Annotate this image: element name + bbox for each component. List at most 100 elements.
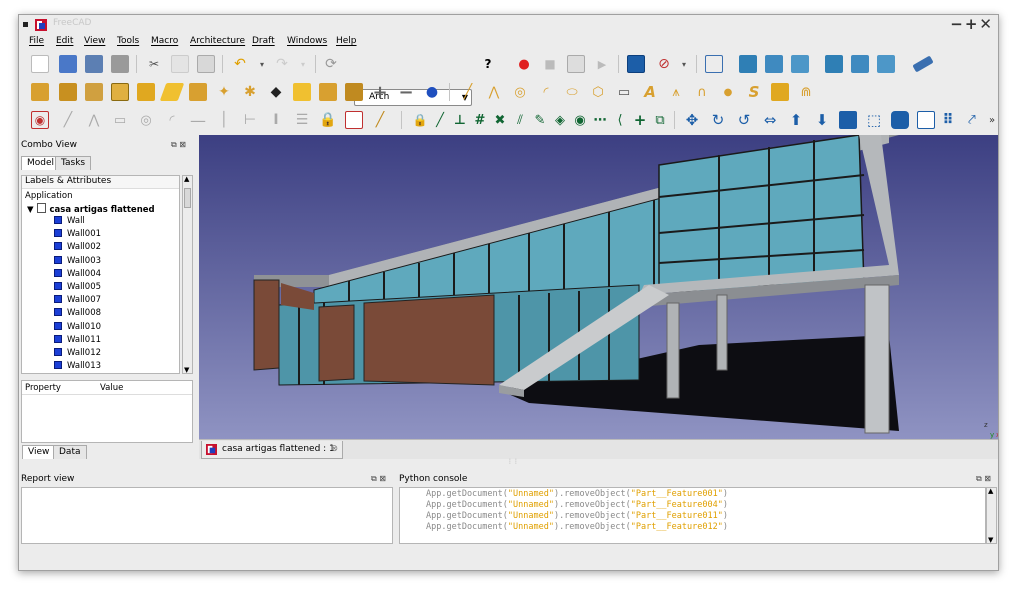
console-scrollbar[interactable]: ▲ ▼ <box>986 487 997 544</box>
arc-tool-icon[interactable]: ◜ <box>537 83 555 101</box>
move-icon[interactable]: ✥ <box>683 111 701 129</box>
menu-windows[interactable]: Windows <box>287 36 327 46</box>
shapestring-tool-icon[interactable]: S <box>745 83 763 101</box>
draft-line-icon[interactable]: ╱ <box>59 111 77 129</box>
text-tool-icon[interactable]: A <box>641 83 659 101</box>
tree-item-wall[interactable]: Wall013 <box>54 361 101 371</box>
menu-file[interactable]: File <box>29 36 44 46</box>
ellipse-tool-icon[interactable]: ⬭ <box>563 83 581 101</box>
open-icon[interactable] <box>59 55 77 73</box>
wall-tool-icon[interactable] <box>31 83 49 101</box>
trim-icon[interactable]: ⇔ <box>761 111 779 129</box>
save-icon[interactable] <box>85 55 103 73</box>
bottom-view-icon[interactable] <box>851 55 869 73</box>
new-document-icon[interactable] <box>31 55 49 73</box>
stop-macro-icon[interactable]: ■ <box>541 55 559 73</box>
upgrade-arrow-icon[interactable]: ⬆ <box>787 111 805 129</box>
draft-rectangle-icon[interactable]: ▭ <box>111 111 129 129</box>
offset-icon[interactable]: ↺ <box>735 111 753 129</box>
python-console-output[interactable]: App.getDocument("Unnamed").removeObject(… <box>399 487 986 544</box>
whats-this-icon[interactable]: ? <box>479 55 497 73</box>
close-tab-icon[interactable]: ⊗ <box>330 444 338 454</box>
tree-item-wall[interactable]: Wall007 <box>54 295 101 305</box>
site-tool-icon[interactable] <box>159 83 185 101</box>
shape2dview-icon[interactable] <box>917 111 935 129</box>
facebinder-tool-icon[interactable] <box>771 83 789 101</box>
snap-lock-icon[interactable]: 🔒 <box>411 111 429 129</box>
snap-angle-icon[interactable]: ◈ <box>551 111 569 129</box>
point-tool-icon[interactable]: ● <box>719 83 737 101</box>
frame-tool-icon[interactable] <box>345 83 363 101</box>
copy-icon[interactable] <box>171 55 189 73</box>
upgrade-icon[interactable]: ╱ <box>371 111 389 129</box>
snap-workingplane-icon[interactable]: ⧉ <box>651 111 669 129</box>
tab-view[interactable]: View <box>22 445 56 459</box>
snap-extension-icon[interactable]: ⋯ <box>591 111 609 129</box>
draft-wire-icon[interactable]: ⋀ <box>85 111 103 129</box>
record-macro-icon[interactable]: ● <box>515 55 533 73</box>
tree-item-wall[interactable]: Wall005 <box>54 282 101 292</box>
floor-tool-icon[interactable] <box>111 83 129 101</box>
menu-edit[interactable]: Edit <box>56 36 73 46</box>
structure-tool-icon[interactable] <box>59 83 77 101</box>
lock-icon[interactable]: 🔒 <box>319 111 337 129</box>
tree-item-wall[interactable]: Wall003 <box>54 255 101 266</box>
menu-macro[interactable]: Macro <box>151 36 178 46</box>
snap-midpoint-icon[interactable]: ✎ <box>531 111 549 129</box>
draft-dimension-icon[interactable]: ⊢ <box>241 111 259 129</box>
splitter-handle[interactable]: ⋮⋮ <box>507 458 519 465</box>
snap-perpendicular-icon[interactable]: ⊥ <box>451 111 469 129</box>
tree-item-wall[interactable]: Wall004 <box>54 268 101 279</box>
redo-dropdown-icon[interactable]: ▾ <box>294 55 312 73</box>
mesh-to-shape-icon[interactable]: ◉ <box>31 111 49 129</box>
draft-text-icon[interactable]: I <box>267 111 285 129</box>
line-tool-icon[interactable]: ╱ <box>459 83 477 101</box>
tree-root[interactable]: Application <box>25 191 73 201</box>
report-view-output[interactable] <box>21 487 393 544</box>
draft-circle-icon[interactable]: ◎ <box>137 111 155 129</box>
menu-tools[interactable]: Tools <box>117 36 139 46</box>
3d-viewport[interactable]: z y x <box>199 135 998 439</box>
snap-parallel-icon[interactable]: ⫽ <box>511 111 529 129</box>
survey-icon[interactable]: ● <box>423 83 441 101</box>
tab-tasks[interactable]: Tasks <box>55 156 92 170</box>
building-tool-icon[interactable] <box>137 83 155 101</box>
tree-item-wall[interactable]: Wall002 <box>54 242 101 252</box>
window-tool-icon[interactable] <box>189 83 207 101</box>
tree-scrollbar[interactable]: ▲ ▼ <box>182 175 193 374</box>
system-menu-icon[interactable] <box>23 22 28 27</box>
fit-all-icon[interactable] <box>627 55 645 73</box>
run-macro-icon[interactable]: ▶ <box>593 55 611 73</box>
polygon-tool-icon[interactable]: ⬡ <box>589 83 607 101</box>
tab-data[interactable]: Data <box>53 445 87 459</box>
rotate-icon[interactable]: ↻ <box>709 111 727 129</box>
left-view-icon[interactable] <box>877 55 895 73</box>
paste-icon[interactable] <box>197 55 215 73</box>
menu-view[interactable]: View <box>84 36 105 46</box>
menu-architecture[interactable]: Architecture <box>190 36 245 46</box>
wire-to-bspline-icon[interactable] <box>891 111 909 129</box>
tree-item-wall[interactable]: Wall011 <box>54 334 101 345</box>
add-icon[interactable]: + <box>371 82 389 103</box>
rebar-tool-icon[interactable] <box>85 83 103 101</box>
array-icon[interactable]: ⠿ <box>939 111 957 129</box>
menu-help[interactable]: Help <box>336 36 357 46</box>
tree-document[interactable]: ▼ casa artigas flattened <box>27 203 155 215</box>
refresh-icon[interactable]: ⟳ <box>322 55 340 73</box>
redo-icon[interactable]: ↷ <box>273 55 291 73</box>
cut-icon[interactable]: ✂ <box>145 55 163 73</box>
report-panel-buttons[interactable]: ⧉ ⊠ <box>371 474 386 484</box>
snap-grid-icon[interactable]: # <box>471 111 489 129</box>
downgrade-arrow-icon[interactable]: ⬇ <box>813 111 831 129</box>
tree-scrollbar-thumb[interactable] <box>184 188 191 208</box>
stairs-tool-icon[interactable] <box>319 83 337 101</box>
console-scroll-up-icon[interactable]: ▲ <box>988 487 993 495</box>
draft-arc-icon[interactable]: ◜ <box>163 111 181 129</box>
tree-item-wall[interactable]: Wall <box>54 216 85 226</box>
scale-icon[interactable] <box>839 111 857 129</box>
tree-item-wall[interactable]: Wall001 <box>54 229 101 239</box>
bspline-tool-icon[interactable]: ∩ <box>693 83 711 101</box>
snap-center-icon[interactable]: ◉ <box>571 111 589 129</box>
console-scroll-down-icon[interactable]: ▼ <box>988 536 993 544</box>
rectangle-tool-icon[interactable]: ▭ <box>615 83 633 101</box>
